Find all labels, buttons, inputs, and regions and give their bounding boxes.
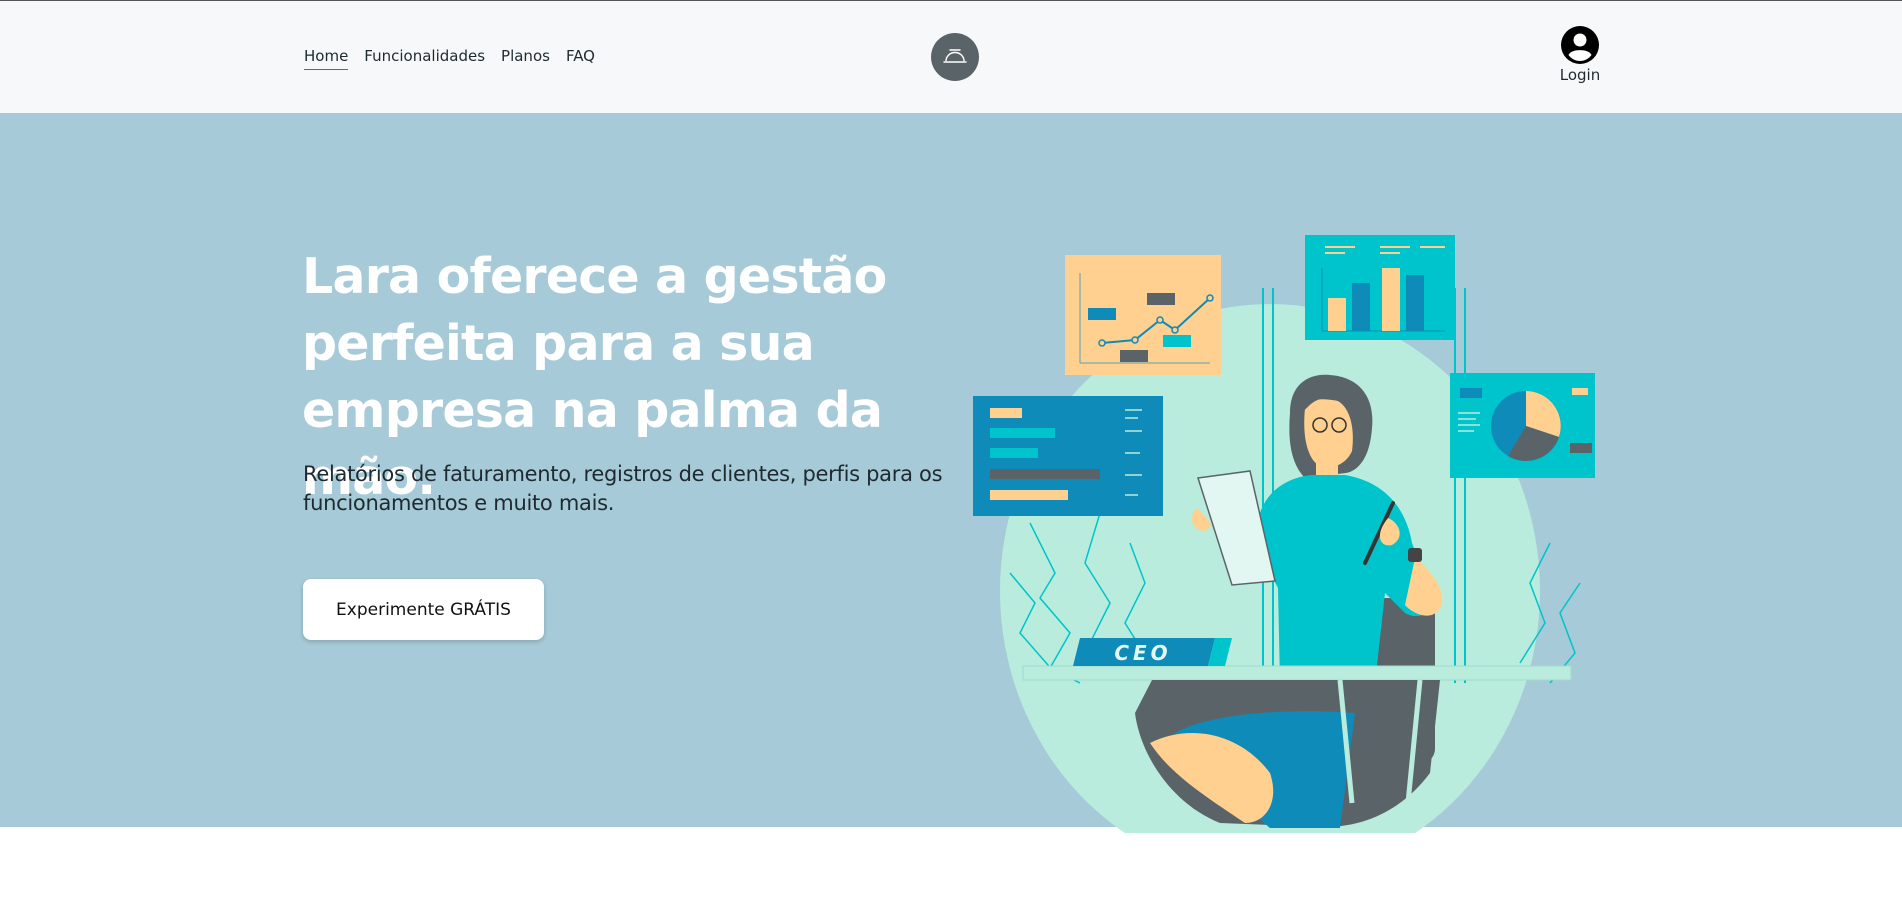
ceo-dashboard-illustration: CEO bbox=[973, 235, 1595, 833]
report-bar-panel bbox=[973, 396, 1163, 516]
nav-link-planos[interactable]: Planos bbox=[501, 45, 550, 70]
hero-subheading-line-2: funcionamentos e muito mais. bbox=[303, 491, 615, 515]
ceo-desk-sign: CEO bbox=[1073, 638, 1232, 666]
ceo-sign-text: CEO bbox=[1114, 641, 1171, 665]
site-header: Home Funcionalidades Planos FAQ Login bbox=[0, 1, 1902, 113]
nav-link-funcionalidades[interactable]: Funcionalidades bbox=[364, 45, 485, 70]
user-circle-icon bbox=[1561, 26, 1599, 64]
try-free-button[interactable]: Experimente GRÁTIS bbox=[303, 579, 544, 640]
service-bell-icon bbox=[943, 49, 967, 63]
login-label: Login bbox=[1559, 66, 1601, 84]
hero-headline-line-2: perfeita para a sua bbox=[302, 315, 815, 372]
pie-chart-panel bbox=[1450, 373, 1595, 478]
hero-section: Lara oferece a gestão perfeita para a su… bbox=[0, 113, 1902, 833]
hero-subheading: Relatórios de faturamento, registros de … bbox=[303, 460, 963, 518]
line-chart-panel bbox=[1065, 255, 1221, 375]
nav-link-faq[interactable]: FAQ bbox=[566, 45, 595, 70]
brand-logo[interactable] bbox=[931, 33, 979, 81]
hero-headline-line-1: Lara oferece a gestão bbox=[302, 248, 887, 305]
login-button[interactable]: Login bbox=[1557, 25, 1603, 84]
desk bbox=[1022, 665, 1572, 681]
bar-chart-panel bbox=[1305, 235, 1455, 340]
nav-link-home[interactable]: Home bbox=[304, 45, 349, 70]
hero-subheading-line-1: Relatórios de faturamento, registros de … bbox=[303, 462, 943, 486]
main-nav: Home Funcionalidades Planos FAQ bbox=[304, 45, 595, 70]
